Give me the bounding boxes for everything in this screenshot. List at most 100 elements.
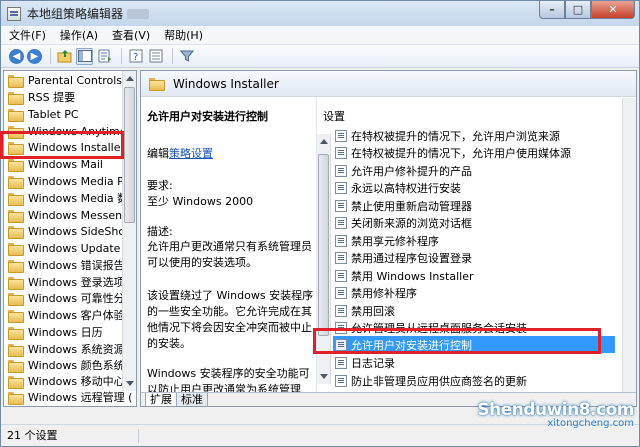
policy-setting-icon [335, 269, 347, 282]
tree-item[interactable]: Windows 日历 [8, 324, 103, 340]
properties-button[interactable] [147, 48, 164, 65]
setting-row[interactable]: 日志记录 [335, 354, 395, 371]
tab-standard[interactable]: 标准 [176, 393, 208, 406]
folder-icon [8, 326, 24, 340]
description-text: Windows 安装程序的安全功能可 [147, 367, 310, 380]
maximize-button[interactable]: □ [565, 1, 591, 19]
scroll-thumb[interactable] [318, 154, 329, 336]
details-pane: Windows Installer 允许用户对安装进行控制 编辑策略设置 要求:… [140, 70, 637, 407]
tree-item[interactable]: Windows 系统资源管 [8, 341, 136, 357]
policy-setting-icon [335, 356, 347, 369]
window-controls: – □ ✕ [539, 1, 635, 19]
export-list-button[interactable] [96, 48, 113, 65]
watermark-main: Shenduwin8.com [477, 400, 634, 420]
setting-row[interactable]: 禁用享元修补程序 [335, 232, 439, 249]
policy-setting-icon [335, 164, 347, 177]
menu-help[interactable]: 帮助(H) [164, 27, 203, 43]
highlight-box-setting [313, 328, 601, 354]
folder-icon [8, 276, 24, 290]
close-button[interactable]: ✕ [591, 1, 635, 19]
tree-item[interactable]: Windows 可靠性分析 [8, 290, 136, 306]
scroll-thumb[interactable] [124, 87, 135, 223]
policy-setting-icon [335, 304, 347, 317]
setting-row[interactable]: 永远以高特权进行安装 [335, 179, 461, 196]
menu-file[interactable]: 文件(F) [9, 27, 46, 43]
settings-column-header[interactable]: 设置 [317, 108, 636, 124]
close-icon: ✕ [608, 3, 618, 16]
setting-row[interactable]: 禁止使用重新启动管理器 [335, 197, 472, 214]
tree-item[interactable]: Tablet PC [8, 106, 79, 122]
back-arrow-icon: ◀ [12, 50, 21, 62]
details-header-title: Windows Installer [173, 76, 279, 91]
setting-row[interactable]: 关闭新来源的浏览对话框 [335, 214, 472, 231]
tree-item[interactable]: Windows 远程管理 ( [8, 389, 132, 405]
minimize-icon: – [549, 3, 555, 16]
policy-setting-icon [335, 286, 347, 299]
folder-icon [8, 309, 24, 323]
setting-row[interactable]: 禁用 Windows Installer [335, 267, 474, 284]
edit-policy-link[interactable]: 策略设置 [169, 147, 213, 160]
scroll-up-icon [126, 76, 134, 81]
description-text: 可以使用的安装选项。 [147, 256, 257, 269]
tree-item[interactable]: Parental Controls [8, 72, 122, 88]
help-button[interactable]: ? [127, 48, 144, 65]
toolbar-separator [172, 48, 173, 64]
setting-row[interactable]: 在特权被提升的情况下，允许用户使用媒体源 [335, 144, 571, 161]
tree-item[interactable]: Windows 客户体验改 [8, 307, 136, 323]
policy-setting-icon [335, 181, 347, 194]
menu-action[interactable]: 操作(A) [60, 27, 98, 43]
tree-pane[interactable]: Parental Controls RSS 提要 Tablet PC Windo… [3, 70, 137, 407]
toolbar-separator [121, 48, 122, 64]
menu-bar: 文件(F) 操作(A) 查看(V) 帮助(H) [1, 26, 639, 45]
tree-item[interactable]: Windows Media Pla [8, 173, 134, 189]
requirements-label: 要求: [147, 179, 173, 192]
tree-item[interactable]: Windows 颜色系统 [8, 357, 125, 373]
tree-item[interactable]: Windows 错误报告 [8, 257, 125, 273]
filter-icon [179, 50, 194, 62]
setting-row[interactable]: 禁用通过程序包设置登录 [335, 249, 472, 266]
watermark: Shenduwin8.com xitongcheng.com [477, 400, 634, 429]
tree-item[interactable]: Windows Update [8, 240, 120, 256]
scroll-down-icon [320, 374, 328, 379]
svg-text:?: ? [133, 52, 138, 63]
folder-icon [8, 209, 24, 223]
status-text: 21 个设置 [7, 428, 139, 443]
setting-row[interactable]: 禁用修补程序 [335, 284, 417, 301]
menu-view[interactable]: 查看(V) [112, 27, 150, 43]
setting-row[interactable]: 在特权被提升的情况下，允许用户浏览来源 [335, 127, 560, 144]
tree-vertical-scrollbar[interactable] [122, 71, 136, 391]
tree-item[interactable]: Windows SideShow [8, 223, 134, 239]
folder-icon [8, 108, 24, 122]
policy-setting-icon [335, 146, 347, 159]
setting-row[interactable]: 禁用回滚 [335, 302, 395, 319]
tab-extended[interactable]: 扩展 [145, 393, 177, 406]
folder-icon [8, 359, 24, 373]
up-folder-button[interactable] [56, 48, 73, 65]
setting-row[interactable]: 防止非管理员应用供应商签名的更新 [335, 372, 527, 389]
tree-item[interactable]: Windows 移动中心 [8, 373, 125, 389]
title-bar[interactable]: 本地组策略编辑器 – □ ✕ [1, 1, 639, 26]
scroll-down-icon [126, 381, 134, 386]
folder-icon [8, 343, 24, 357]
toolbar-separator [50, 48, 51, 64]
tree-item[interactable]: RSS 提要 [8, 89, 75, 105]
folder-icon [8, 91, 24, 105]
policy-setting-icon [335, 234, 347, 247]
minimize-button[interactable]: – [539, 1, 565, 19]
policy-setting-icon [335, 216, 347, 229]
scroll-up-icon [320, 139, 328, 144]
folder-icon [8, 259, 24, 273]
filter-button[interactable] [178, 48, 195, 65]
settings-scrollbar[interactable] [622, 98, 636, 392]
tree-item[interactable]: Windows Messenge [8, 207, 136, 223]
show-tree-button[interactable] [76, 47, 93, 65]
tree-item[interactable]: Windows Media 数 [8, 190, 128, 206]
folder-icon [8, 74, 24, 88]
description-label: 描述: [147, 225, 173, 238]
forward-button[interactable]: ▶ [27, 48, 42, 64]
tree-item[interactable]: Windows 登录选项 [8, 274, 125, 290]
setting-row[interactable]: 允许用户修补提升的产品 [335, 162, 472, 179]
back-button[interactable]: ◀ [9, 48, 24, 64]
policy-setting-icon [335, 251, 347, 264]
description-panel: 允许用户对安装进行控制 编辑策略设置 要求: 至少 Windows 2000 描… [141, 98, 317, 396]
